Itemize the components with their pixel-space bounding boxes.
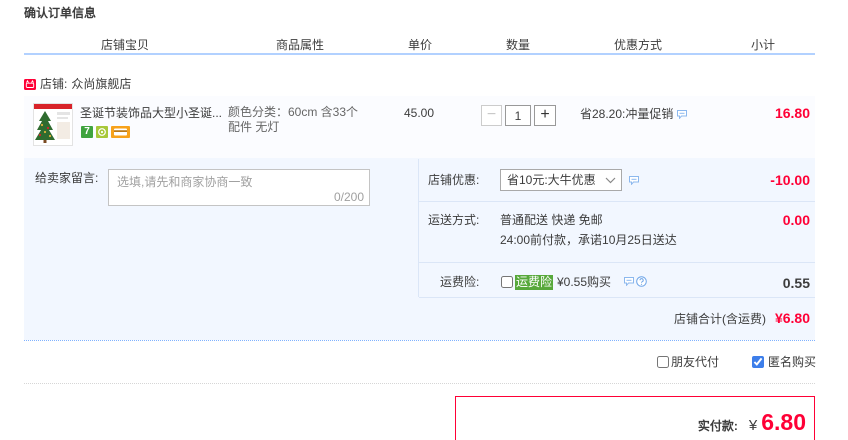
column-header-quantity: 数量 [505,38,530,52]
item-subtotal: 16.80 [774,105,810,121]
shipping-insurance-amount: 0.55 [782,275,810,291]
shipping-insurance-badge: 运费险 [515,275,553,290]
credit-card-icon[interactable] [111,126,130,138]
shipping-insurance-price: ¥0.55购买 [557,275,612,289]
page-title: 确认订单信息 [24,6,97,20]
shop-name-link[interactable]: 众尚旗舰店 [71,77,131,91]
shipping-label: 运送方式: [428,213,480,227]
chat-icon[interactable] [629,176,639,186]
promotion-text: 省28.20:冲量促销 [580,107,674,121]
delivery-promise: 24:00前付款，承诺10月25日送达 [500,233,677,247]
shop-discount-label: 店铺优惠: [428,173,480,187]
shop-discount-selected: 省10元:大牛优惠 [507,173,596,187]
row-divider [419,262,815,263]
unit-price: 45.00 [404,106,435,120]
payment-summary: 实付款: ¥ 6.80 [455,396,815,440]
shop-label: 店铺: [40,77,68,91]
chat-icon[interactable] [677,109,688,120]
section-divider [24,383,815,384]
currency-symbol: ¥ [748,417,758,434]
column-header-subtotal: 小计 [750,38,775,52]
quantity-decrease-button[interactable]: − [481,105,502,126]
seven-day-return-icon[interactable]: 7 [81,126,93,138]
seven-day-return-label: 7 [84,126,90,137]
header-divider [24,53,815,55]
shipping-method: 普通配送 快递 免邮 [500,213,603,227]
service-guarantee-icon[interactable] [96,126,108,138]
actual-payment-amount: 6.80 [761,409,806,435]
product-sku: 颜色分类：60cm 含33个配件 无灯 [228,105,359,134]
shop-total-amount: ¥6.80 [774,310,810,326]
anonymous-purchase-label[interactable]: 匿名购买 [768,354,816,370]
quantity-increase-button[interactable]: + [534,105,556,126]
anonymous-purchase-checkbox[interactable] [752,356,764,368]
friend-pay-label[interactable]: 朋友代付 [671,354,719,370]
shop-total: 店铺合计(含运费) ¥6.80 [674,310,810,327]
shipping-amount: 0.00 [782,212,810,228]
column-header-unit-price: 单价 [407,38,432,52]
shipping-insurance-checkbox[interactable] [501,276,513,288]
shop-discount-select[interactable]: 省10元:大牛优惠 [500,169,622,191]
shop-discount-amount: -10.00 [770,172,810,188]
confirm-order-page: 确认订单信息 店铺宝贝 商品属性 单价 数量 优惠方式 小计 店铺:众尚旗舰店 [0,0,848,440]
promotion-info: 省28.20:冲量促销 [580,106,688,122]
row-divider [419,201,815,202]
tmall-shop-icon [24,79,36,90]
shop-total-label: 店铺合计(含运费) [673,312,766,326]
actual-payment-label: 实付款: [697,419,738,433]
column-header-promotion: 优惠方式 [613,38,662,52]
product-thumbnail[interactable] [33,103,73,146]
row-divider [419,297,815,298]
chevron-down-icon [605,177,616,184]
section-divider [24,340,815,341]
product-title-link[interactable]: 圣诞节装饰品大型小圣诞... [80,105,222,121]
column-header-shop-item: 店铺宝贝 [100,38,149,52]
options-panel-divider [418,159,419,297]
chat-icon[interactable] [624,277,634,287]
shipping-insurance-label: 运费险: [440,275,480,289]
column-header-attributes: 商品属性 [275,38,324,52]
help-icon[interactable] [636,276,647,287]
seller-message-label: 给卖家留言: [35,171,99,185]
quantity-input[interactable] [505,105,531,126]
message-char-counter: 0/200 [333,190,364,204]
shop-info: 店铺: 众尚旗舰店 [40,76,131,92]
friend-pay-checkbox[interactable] [657,356,669,368]
